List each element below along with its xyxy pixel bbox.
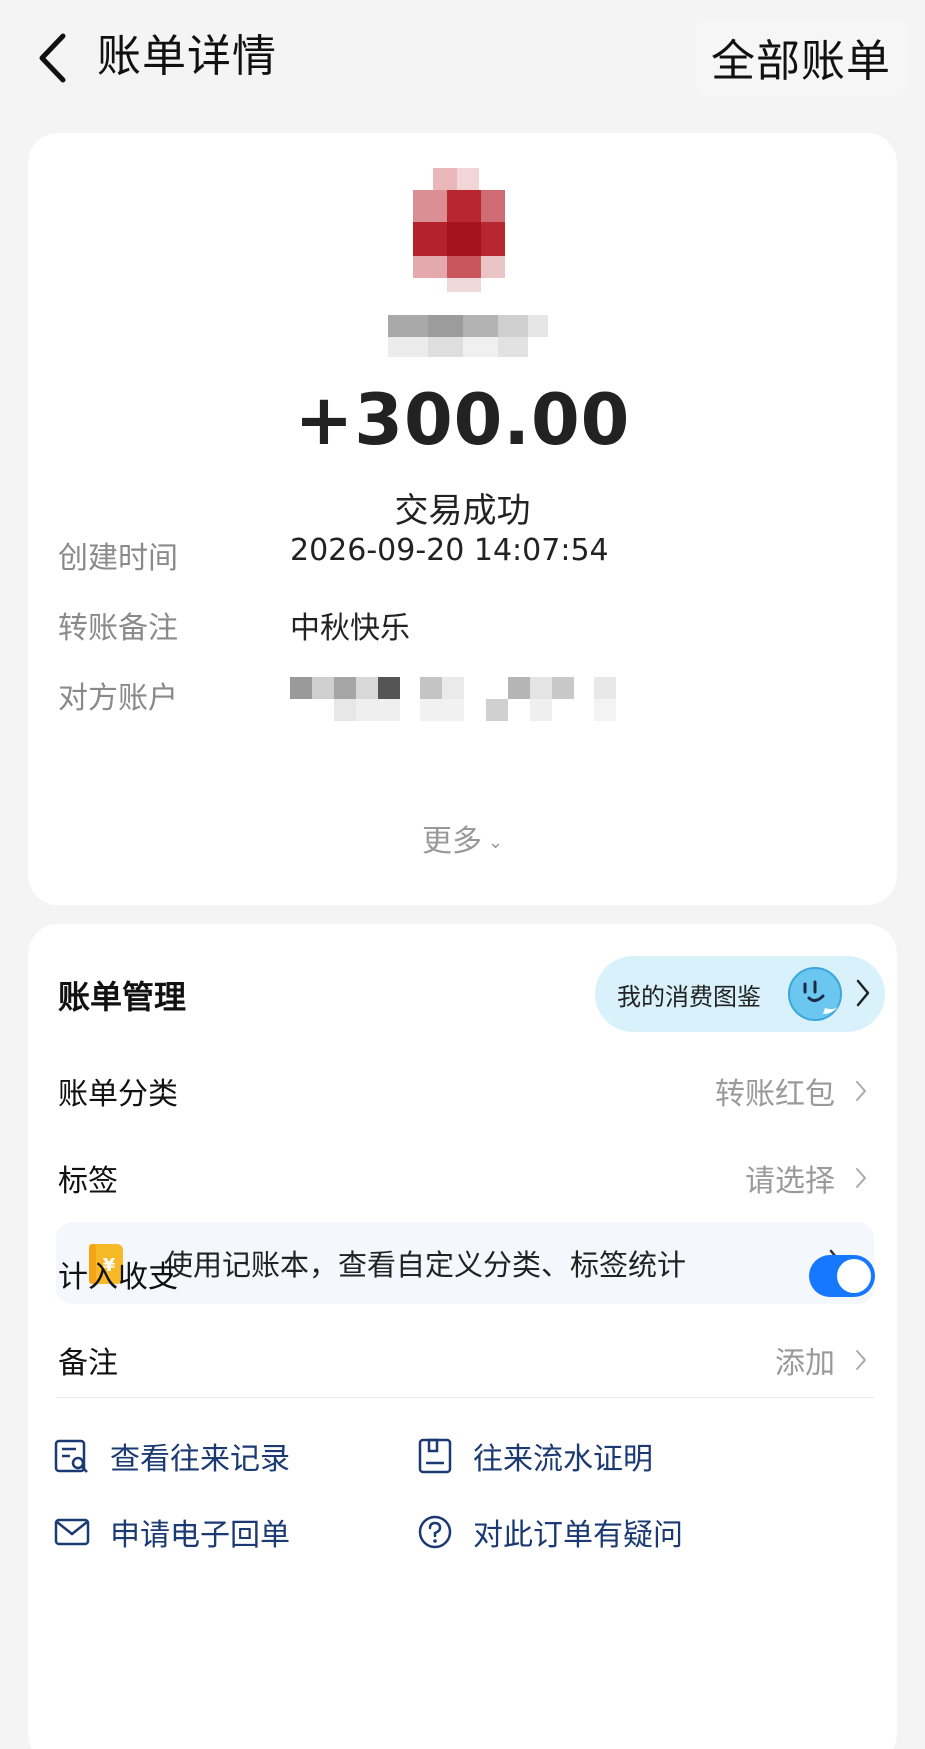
bill-management-card: 账单管理 我的消费图鉴 账单分类 转账红包 标签 请选择 ¥ 使用记账本，查看自… [28, 924, 897, 1749]
action-label: 往来流水证明 [473, 1442, 653, 1477]
chevron-right-icon [856, 1081, 866, 1101]
mascot-icon [788, 967, 842, 1021]
chevron-right-icon [856, 979, 870, 1007]
all-bills-button[interactable]: 全部账单 [695, 18, 907, 96]
chevron-down-icon: ⌄ [487, 832, 504, 853]
transaction-status: 交易成功 [394, 491, 531, 531]
counterparty-name-blurred [388, 315, 548, 357]
question-icon [418, 1515, 452, 1549]
nav-bar: 账单详情 全部账单 [0, 0, 925, 115]
consumption-insight-button[interactable]: 我的消费图鉴 [595, 956, 885, 1032]
toggle-knob [837, 1259, 871, 1293]
pill-label: 我的消费图鉴 [617, 982, 761, 1011]
transfer-note-value: 中秋快乐 [290, 611, 410, 646]
tag-value: 请选择 [745, 1164, 835, 1199]
page-title: 账单详情 [97, 31, 277, 82]
transfer-note-label: 转账备注 [58, 611, 178, 646]
note-value: 添加 [775, 1346, 835, 1381]
bill-category-row[interactable]: 转账红包 [715, 1069, 867, 1113]
bill-category-label: 账单分类 [58, 1077, 178, 1112]
action-label: 申请电子回单 [110, 1518, 290, 1553]
chevron-right-icon [856, 1350, 866, 1370]
statement-proof-link[interactable]: 往来流水证明 [417, 1434, 653, 1478]
amount: +300.00 [294, 379, 631, 461]
created-time-label: 创建时间 [58, 541, 178, 576]
count-in-income-expense-label: 计入收支 [58, 1260, 178, 1295]
action-label: 查看往来记录 [110, 1442, 290, 1477]
note-row[interactable]: 添加 [775, 1338, 867, 1382]
more-toggle[interactable]: 更多 ⌄ [28, 816, 897, 860]
bill-summary-card: +300.00 交易成功 创建时间 2026-09-20 14:07:54 转账… [28, 133, 897, 905]
counterparty-account-blurred [290, 677, 616, 721]
records-search-icon [54, 1439, 88, 1473]
chevron-left-icon [39, 33, 66, 83]
tag-label: 标签 [58, 1164, 118, 1199]
order-question-link[interactable]: 对此订单有疑问 [417, 1510, 683, 1554]
avatar [413, 168, 505, 292]
bookkeeping-banner[interactable]: ¥ 使用记账本，查看自定义分类、标签统计 [56, 1222, 874, 1304]
counterparty-account-label: 对方账户 [58, 681, 178, 716]
back-button[interactable] [28, 28, 76, 88]
document-icon [418, 1438, 452, 1474]
e-receipt-link[interactable]: 申请电子回单 [54, 1510, 290, 1554]
banner-text: 使用记账本，查看自定义分类、标签统计 [164, 1248, 687, 1282]
chevron-right-icon [856, 1168, 866, 1188]
divider [56, 1397, 874, 1398]
section-title: 账单管理 [58, 978, 187, 1016]
mail-icon [54, 1518, 90, 1546]
bill-category-value: 转账红包 [715, 1077, 835, 1112]
view-records-link[interactable]: 查看往来记录 [54, 1434, 290, 1478]
created-time-value: 2026-09-20 14:07:54 [290, 533, 609, 568]
more-label: 更多 [421, 824, 482, 859]
action-label: 对此订单有疑问 [473, 1518, 683, 1553]
tag-row[interactable]: 请选择 [745, 1156, 867, 1200]
note-label: 备注 [58, 1346, 118, 1381]
count-in-income-expense-toggle[interactable] [809, 1255, 875, 1297]
